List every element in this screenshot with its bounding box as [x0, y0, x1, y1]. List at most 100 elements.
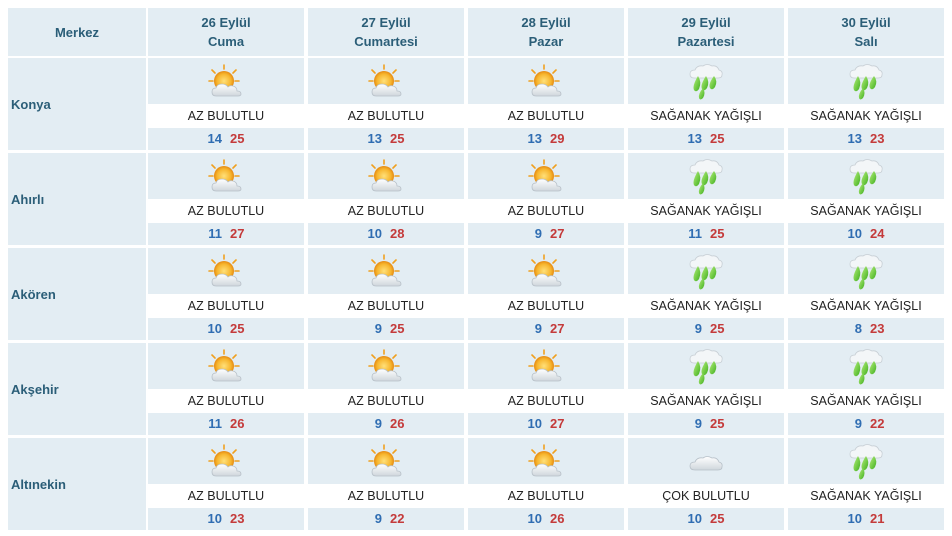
max-temperature: 27 [550, 416, 565, 431]
condition-text: AZ BULUTLU [468, 199, 624, 223]
min-temperature: 9 [374, 416, 382, 431]
max-temperature: 26 [550, 511, 565, 526]
min-temperature: 11 [208, 226, 222, 241]
min-temperature: 10 [527, 511, 542, 526]
temperature-row: 10 26 [468, 508, 624, 530]
condition-text: ÇOK BULUTLU [628, 484, 784, 508]
condition-text: AZ BULUTLU [308, 389, 464, 413]
max-temperature: 29 [550, 131, 565, 146]
icon-area [628, 248, 784, 294]
min-temperature: 9 [534, 321, 542, 336]
temperature-row: 9 22 [788, 413, 944, 435]
sun-cloud-icon [526, 347, 566, 387]
sun-cloud-icon [526, 62, 566, 102]
temperature-row: 10 25 [148, 318, 304, 340]
forecast-cell: SAĞANAK YAĞIŞLI 9 25 [628, 343, 784, 435]
condition-text: SAĞANAK YAĞIŞLI [628, 104, 784, 128]
condition-text: AZ BULUTLU [468, 294, 624, 318]
forecast-cell: SAĞANAK YAĞIŞLI 9 22 [788, 343, 944, 435]
forecast-cell: AZ BULUTLU 10 25 [148, 248, 304, 340]
max-temperature: 25 [390, 131, 405, 146]
min-temperature: 9 [374, 511, 382, 526]
condition-text: AZ BULUTLU [148, 484, 304, 508]
min-temperature: 13 [367, 131, 382, 146]
city-name-3: Akşehir [8, 343, 146, 435]
header-weekday: Cuma [207, 34, 245, 49]
heavy-rain-icon [846, 442, 886, 482]
min-temperature: 9 [694, 321, 702, 336]
icon-area [628, 343, 784, 389]
icon-area [148, 248, 304, 294]
temperature-row: 8 23 [788, 318, 944, 340]
min-temperature: 9 [534, 226, 542, 241]
max-temperature: 22 [390, 511, 405, 526]
max-temperature: 25 [390, 321, 405, 336]
forecast-cell: AZ BULUTLU 9 22 [308, 438, 464, 530]
temperature-row: 10 24 [788, 223, 944, 245]
sun-cloud-icon [526, 442, 566, 482]
condition-text: AZ BULUTLU [468, 104, 624, 128]
temperature-row: 9 22 [308, 508, 464, 530]
header-date: 26 Eylül [201, 15, 251, 30]
forecast-cell: AZ BULUTLU 13 29 [468, 58, 624, 150]
icon-area [788, 248, 944, 294]
forecast-cell: AZ BULUTLU 11 27 [148, 153, 304, 245]
icon-area [788, 153, 944, 199]
icon-area [308, 343, 464, 389]
sun-cloud-icon [366, 442, 406, 482]
min-temperature: 13 [527, 131, 542, 146]
city-label: Akören [11, 286, 56, 302]
cloud-icon [686, 442, 726, 482]
header-date: 28 Eylül [521, 15, 571, 30]
min-temperature: 9 [694, 416, 702, 431]
city-label: Altınekin [11, 476, 66, 492]
heavy-rain-icon [686, 252, 726, 292]
forecast-cell: AZ BULUTLU 9 26 [308, 343, 464, 435]
forecast-cell: SAĞANAK YAĞIŞLI 13 25 [628, 58, 784, 150]
min-temperature: 13 [687, 131, 702, 146]
icon-area [148, 58, 304, 104]
max-temperature: 25 [710, 416, 725, 431]
city-name-0: Konya [8, 58, 146, 150]
sun-cloud-icon [526, 252, 566, 292]
forecast-cell: AZ BULUTLU 9 27 [468, 153, 624, 245]
forecast-cell: AZ BULUTLU 11 26 [148, 343, 304, 435]
temperature-row: 11 27 [148, 223, 304, 245]
condition-text: SAĞANAK YAĞIŞLI [628, 199, 784, 223]
min-temperature: 11 [208, 416, 222, 431]
heavy-rain-icon [846, 252, 886, 292]
forecast-cell: SAĞANAK YAĞIŞLI 9 25 [628, 248, 784, 340]
forecast-cell: SAĞANAK YAĞIŞLI 10 21 [788, 438, 944, 530]
header-day-4: 30 Eylül Salı [788, 8, 944, 56]
icon-area [468, 343, 624, 389]
temperature-row: 10 27 [468, 413, 624, 435]
forecast-cell: AZ BULUTLU 10 28 [308, 153, 464, 245]
header-weekday: Cumartesi [354, 34, 418, 49]
condition-text: AZ BULUTLU [468, 389, 624, 413]
header-weekday: Pazartesi [677, 34, 735, 49]
temperature-row: 13 29 [468, 128, 624, 150]
city-name-4: Altınekin [8, 438, 146, 530]
min-temperature: 9 [374, 321, 382, 336]
icon-area [308, 153, 464, 199]
icon-area [308, 438, 464, 484]
temperature-row: 9 27 [468, 223, 624, 245]
temperature-row: 9 27 [468, 318, 624, 340]
icon-area [148, 153, 304, 199]
heavy-rain-icon [846, 62, 886, 102]
max-temperature: 23 [870, 321, 885, 336]
condition-text: AZ BULUTLU [468, 484, 624, 508]
sun-cloud-icon [206, 62, 246, 102]
max-temperature: 25 [230, 321, 245, 336]
city-label: Ahırlı [11, 191, 45, 207]
city-label: Konya [11, 96, 51, 112]
header-date: 29 Eylül [681, 15, 731, 30]
condition-text: SAĞANAK YAĞIŞLI [788, 199, 944, 223]
city-name-1: Ahırlı [8, 153, 146, 245]
sun-cloud-icon [206, 347, 246, 387]
icon-area [308, 58, 464, 104]
forecast-cell: AZ BULUTLU 9 27 [468, 248, 624, 340]
icon-area [788, 438, 944, 484]
heavy-rain-icon [846, 347, 886, 387]
temperature-row: 13 25 [628, 128, 784, 150]
